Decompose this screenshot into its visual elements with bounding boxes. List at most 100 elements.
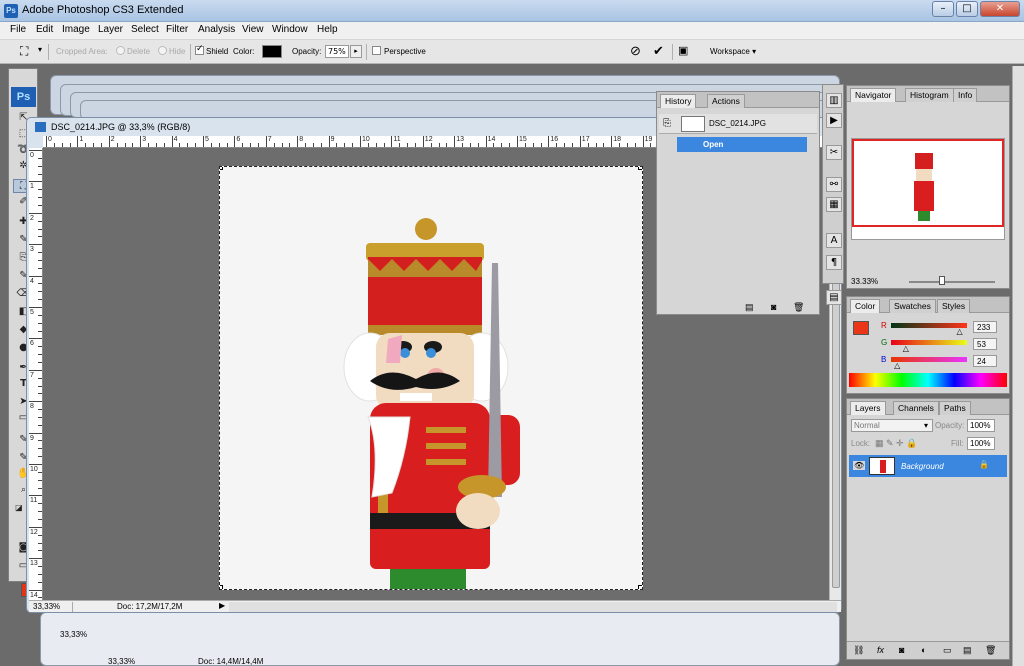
crop-tool-icon[interactable]: ⛶ [20,44,28,59]
layer-opacity-input[interactable]: 100% [967,419,995,432]
channel-slider[interactable] [891,357,967,362]
vertical-ruler[interactable]: 0 1 2 3 4 5 6 7 8 9 10 11 12 13 14 [29,148,43,600]
channel-value-input[interactable]: 233 [973,321,997,333]
navigator-preview[interactable] [851,138,1005,240]
menu-file[interactable]: File [10,24,26,35]
color-ramp[interactable] [849,373,1007,387]
menu-analysis[interactable]: Analysis [198,24,235,35]
tab-histogram[interactable]: Histogram [905,88,954,102]
commit-icon[interactable]: ✔ [653,43,664,59]
history-step-open[interactable]: Open [677,137,807,152]
snapshot-camera-icon[interactable]: ◙ [771,302,776,312]
channel-value-input[interactable]: 53 [973,338,997,350]
horizontal-scrollbar[interactable] [229,602,837,612]
tab-styles[interactable]: Styles [937,299,971,313]
minimize-button[interactable]: – [932,1,954,17]
history-snapshot-row[interactable]: ⎘ DSC_0214.JPG [659,114,817,134]
status-menu-arrow-icon[interactable]: ▶ [219,601,225,610]
close-button[interactable]: ✕ [980,1,1020,17]
fill-input[interactable]: 100% [967,437,995,450]
blend-mode-select[interactable]: Normal ▾ [851,419,933,432]
channel-value-input[interactable]: 24 [973,355,997,367]
cancel-icon[interactable]: ⊘ [630,43,641,59]
background-document-window[interactable] [40,612,840,666]
hide-radio[interactable] [158,46,167,55]
link-layers-icon[interactable]: ⛓ [853,645,864,656]
menu-window[interactable]: Window [272,24,308,35]
layer-style-icon[interactable]: fx [877,645,884,655]
ruler-tick [179,143,181,147]
lock-icons[interactable]: ▦ ✎ ✛ 🔒 [875,438,917,449]
actions-icon[interactable]: ▶ [826,113,842,128]
ruler-tick [148,143,150,147]
ruler-tick [203,136,204,147]
menu-layer[interactable]: Layer [98,24,123,35]
new-layer-icon[interactable]: ▤ [963,645,972,656]
ruler-tick [626,143,628,147]
menu-view[interactable]: View [242,24,264,35]
adjustment-layer-icon[interactable]: ◐ [921,645,926,655]
tab-actions[interactable]: Actions [707,94,745,108]
shield-color-swatch[interactable] [262,45,282,58]
snapshot-brush-icon[interactable]: ⎘ [663,118,671,129]
tool-presets-icon[interactable]: ✂ [826,145,842,160]
document-icon [35,122,46,132]
delete-layer-icon[interactable]: 🗑 [985,645,996,656]
clone-source-icon[interactable]: ⚯ [826,177,842,192]
tab-channels[interactable]: Channels [893,401,939,415]
bridge-icon[interactable]: ▣ [678,44,688,57]
add-mask-icon[interactable]: ◙ [899,645,904,655]
brushes-icon[interactable]: ▥ [826,93,842,108]
channel-slider-thumb[interactable]: △ [903,344,909,353]
ruler-number: 7 [267,136,272,143]
collapsed-panel-dock: ▥ ▶ ✂ ⚯ ▦ A ¶ [822,84,844,284]
tool-preset-arrow-icon[interactable]: ▾ [38,45,42,54]
tab-swatches[interactable]: Swatches [889,299,936,313]
character-icon[interactable]: A [826,233,842,248]
menu-filter[interactable]: Filter [166,24,188,35]
tab-color[interactable]: Color [850,299,881,313]
workspace-menu[interactable]: Workspace ▾ [710,47,756,56]
tab-navigator[interactable]: Navigator [850,88,897,102]
photo-nutcracker[interactable] [219,166,643,590]
menu-help[interactable]: Help [317,24,338,35]
tab-history[interactable]: History [660,94,697,108]
ruler-tick [579,136,581,147]
maximize-button[interactable]: □ [956,1,978,17]
ruler-tick [587,143,589,147]
styles-dock-icon[interactable]: ▤ [826,290,842,305]
channel-slider-thumb[interactable]: △ [894,361,900,370]
navigator-zoom-slider[interactable] [909,281,995,283]
visibility-eye-icon[interactable]: 👁 [853,461,866,470]
ruler-number: 9 [330,136,335,143]
menu-bar: File Edit Image Layer Select Filter Anal… [0,22,1024,40]
delete-radio[interactable] [116,46,125,55]
main-window-scrollbar[interactable] [1012,66,1024,666]
new-group-icon[interactable]: ▭ [943,645,952,656]
zoom-slider-handle[interactable] [939,276,945,285]
perspective-checkbox[interactable] [372,46,381,55]
paragraph-icon[interactable]: ¶ [826,255,842,270]
ruler-tick [29,464,42,465]
channel-slider-thumb[interactable]: △ [956,327,962,336]
menu-select[interactable]: Select [131,24,159,35]
layer-row-background[interactable]: 👁 Background 🔒 [849,455,1007,477]
shield-opacity-input[interactable]: 75% [325,45,349,58]
menu-image[interactable]: Image [62,24,90,35]
document-size-info[interactable]: Doc: 17,2M/17,2M [117,602,182,611]
color-panel-foreground[interactable] [853,321,869,335]
photoshop-logo[interactable]: Ps [11,87,36,107]
tab-layers[interactable]: Layers [850,401,886,415]
trash-icon[interactable]: 🗑 [793,302,804,313]
opacity-arrow-icon[interactable]: ▸ [350,45,362,58]
new-document-icon[interactable]: ▤ [745,302,754,313]
zoom-level-field[interactable]: 33,33% [33,602,73,612]
navigator-view-box[interactable] [852,139,1004,227]
ruler-tick [163,143,165,147]
shield-checkbox[interactable] [195,44,204,55]
navigator-zoom-field[interactable]: 33.33% [851,277,878,286]
tab-info[interactable]: Info [953,88,978,102]
menu-edit[interactable]: Edit [36,24,53,35]
layer-comps-icon[interactable]: ▦ [826,197,842,212]
tab-paths[interactable]: Paths [939,401,971,415]
